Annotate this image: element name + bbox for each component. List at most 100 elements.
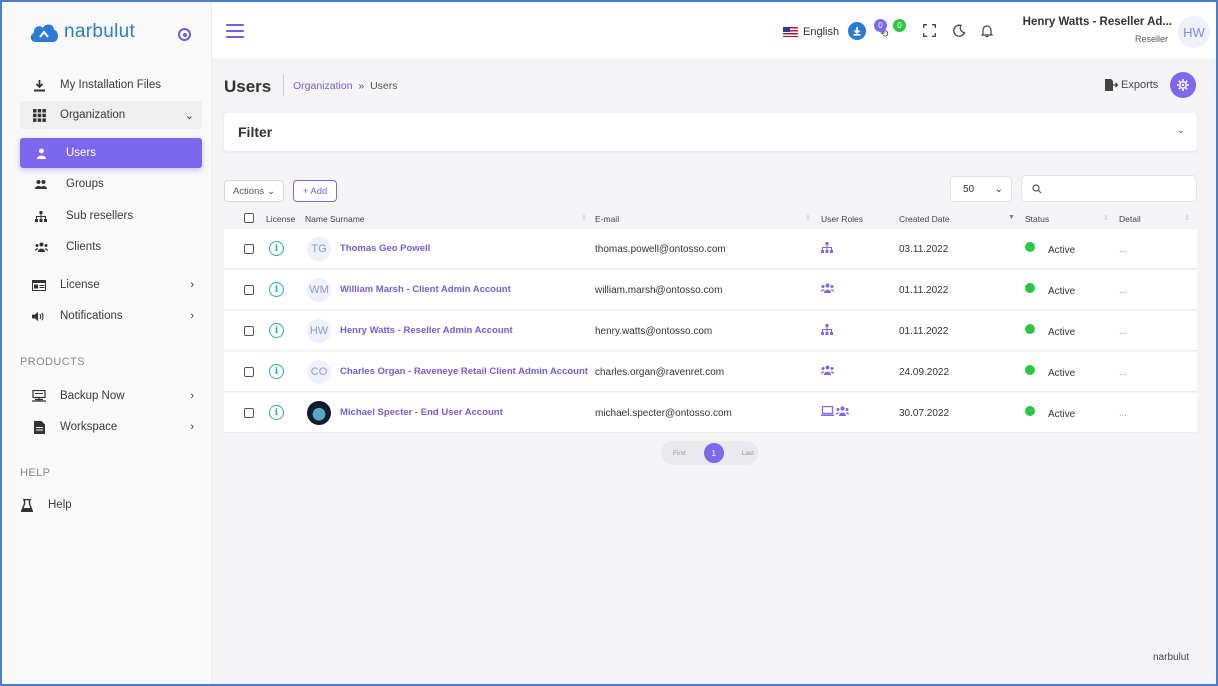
sync-count-badge[interactable]: 0: [893, 19, 906, 32]
user-name-link[interactable]: Michael Specter - End User Account: [340, 407, 503, 418]
column-header-detail[interactable]: Detail: [1119, 214, 1141, 224]
current-user-name[interactable]: Henry Watts - Reseller Ad...: [1023, 16, 1172, 28]
sidebar-item-workspace[interactable]: Workspace ›: [20, 414, 202, 440]
sidebar-item-groups[interactable]: Groups: [20, 171, 202, 197]
chevron-down-icon: ⌄: [267, 185, 276, 197]
chevron-down-icon[interactable]: ⌄: [1177, 125, 1185, 136]
sidebar-item-help[interactable]: Help: [20, 492, 202, 518]
sidebar-toggle-icon[interactable]: [178, 28, 191, 41]
sidebar-item-label: Help: [48, 499, 72, 511]
sidebar-item-license[interactable]: License ›: [20, 272, 202, 298]
clients-icon: [836, 406, 849, 419]
pagination-current-page[interactable]: 1: [703, 443, 724, 463]
license-info-icon[interactable]: i: [269, 282, 284, 297]
status-dot-icon: [1025, 324, 1035, 334]
table-row[interactable]: i WM William Marsh - Client Admin Account w…: [224, 270, 1197, 310]
current-user-role: Reseller: [1134, 34, 1168, 44]
detail-link[interactable]: ...: [1119, 244, 1127, 254]
actions-label: Actions: [232, 185, 265, 197]
sidebar-item-label: Sub resellers: [66, 210, 134, 222]
breadcrumb-separator: »: [358, 80, 365, 92]
user-name-link[interactable]: William Marsh - Client Admin Account: [340, 284, 511, 295]
column-header-license[interactable]: License: [266, 214, 295, 224]
table-row[interactable]: i HW Henry Watts - Reseller Admin Account h…: [224, 311, 1197, 351]
row-checkbox[interactable]: [244, 285, 254, 295]
user-name-link[interactable]: Charles Organ - Raveneye Retail Client A…: [340, 366, 588, 377]
us-flag-icon[interactable]: [783, 27, 798, 37]
select-all-checkbox[interactable]: [244, 213, 254, 223]
sidebar-item-label: Clients: [66, 241, 102, 253]
column-header-name[interactable]: Name Surname: [305, 214, 365, 224]
detail-link[interactable]: ...: [1119, 367, 1127, 377]
column-header-email[interactable]: E-mail: [595, 214, 619, 224]
sync-icon[interactable]: ⟲: [880, 29, 888, 40]
sort-icon[interactable]: ⇕: [1103, 214, 1109, 222]
license-info-icon[interactable]: i: [269, 405, 284, 420]
column-header-status[interactable]: Status: [1025, 214, 1049, 224]
column-header-user-roles[interactable]: User Roles: [821, 214, 863, 224]
pagination: First 1 Last: [661, 441, 758, 465]
user-avatar[interactable]: HW: [1178, 16, 1210, 48]
exports-button[interactable]: Exports: [1105, 79, 1158, 91]
section-title-products: PRODUCTS: [20, 356, 85, 368]
status-dot-icon: [1025, 242, 1035, 252]
hierarchy-icon: [821, 324, 833, 338]
sidebar-item-backup-now[interactable]: Backup Now ›: [20, 383, 202, 409]
column-header-created-date[interactable]: Created Date: [899, 214, 950, 224]
actions-dropdown[interactable]: Actions ⌄: [224, 180, 284, 202]
section-title-help: HELP: [20, 467, 51, 479]
detail-link[interactable]: ...: [1119, 285, 1127, 295]
row-checkbox[interactable]: [244, 244, 254, 254]
page-size-select[interactable]: 50 ⌄: [950, 176, 1012, 202]
dark-mode-moon-icon[interactable]: [953, 24, 966, 40]
pagination-last[interactable]: Last: [742, 450, 754, 457]
download-agent-icon[interactable]: [848, 22, 866, 40]
created-date: 03.11.2022: [899, 244, 949, 255]
license-info-icon[interactable]: i: [269, 323, 284, 338]
table-header: License Name Surname ⇕ E-mail ⇕ User Rol…: [224, 209, 1197, 229]
user-email: charles.organ@ravenret.com: [595, 367, 725, 378]
sidebar-item-users[interactable]: Users: [20, 138, 202, 168]
pagination-first[interactable]: First: [673, 450, 686, 457]
row-checkbox[interactable]: [244, 367, 254, 377]
search-input[interactable]: [1048, 183, 1188, 194]
sidebar-item-clients[interactable]: Clients: [20, 234, 202, 260]
filter-panel[interactable]: Filter ⌄: [224, 113, 1197, 151]
sidebar-item-sub-resellers[interactable]: Sub resellers: [20, 203, 202, 229]
user-name-link[interactable]: Thomas Geo Powell: [340, 243, 430, 254]
sidebar-item-label: Notifications: [60, 310, 123, 322]
brand-logo[interactable]: narbulut: [28, 20, 135, 44]
sort-desc-icon[interactable]: ▼: [1008, 214, 1015, 221]
settings-gear-icon[interactable]: [1170, 72, 1196, 98]
add-user-button[interactable]: + Add: [293, 180, 337, 202]
language-selector[interactable]: English: [803, 26, 839, 38]
chevron-down-icon: ⌄: [994, 183, 1003, 195]
sidebar: narbulut My Installation Files Organizat…: [0, 0, 212, 686]
sort-icon[interactable]: ⇕: [805, 214, 811, 222]
row-checkbox[interactable]: [244, 408, 254, 418]
license-info-icon[interactable]: i: [269, 364, 284, 379]
search-box[interactable]: [1021, 175, 1197, 202]
breadcrumb-organization-link[interactable]: Organization: [293, 80, 353, 92]
sidebar-item-label: Workspace: [60, 421, 118, 433]
license-info-icon[interactable]: i: [269, 241, 284, 256]
sidebar-item-notifications[interactable]: Notifications ›: [20, 303, 202, 329]
menu-icon[interactable]: [226, 24, 244, 38]
sidebar-item-label: Backup Now: [60, 390, 125, 402]
sidebar-item-my-installation-files[interactable]: My Installation Files: [20, 72, 202, 98]
detail-link[interactable]: ...: [1119, 408, 1127, 418]
table-row[interactable]: i Michael Specter - End User Account micha…: [224, 393, 1197, 433]
sort-icon[interactable]: ⇕: [1184, 214, 1190, 222]
detail-link[interactable]: ...: [1119, 326, 1127, 336]
row-checkbox[interactable]: [244, 326, 254, 336]
bell-icon[interactable]: [980, 24, 994, 41]
table-row[interactable]: i TG Thomas Geo Powell thomas.powell@ontoss…: [224, 229, 1197, 269]
user-name-link[interactable]: Henry Watts - Reseller Admin Account: [340, 325, 513, 336]
title-divider: [283, 74, 284, 96]
sidebar-item-label: Groups: [66, 178, 104, 190]
sort-icon[interactable]: ⇕: [581, 214, 587, 222]
sidebar-item-organization[interactable]: Organization ⌄: [20, 101, 202, 129]
fullscreen-icon[interactable]: [923, 24, 936, 40]
chevron-right-icon: ›: [190, 390, 194, 402]
table-row[interactable]: i CO Charles Organ - Raveneye Retail Clien…: [224, 352, 1197, 392]
